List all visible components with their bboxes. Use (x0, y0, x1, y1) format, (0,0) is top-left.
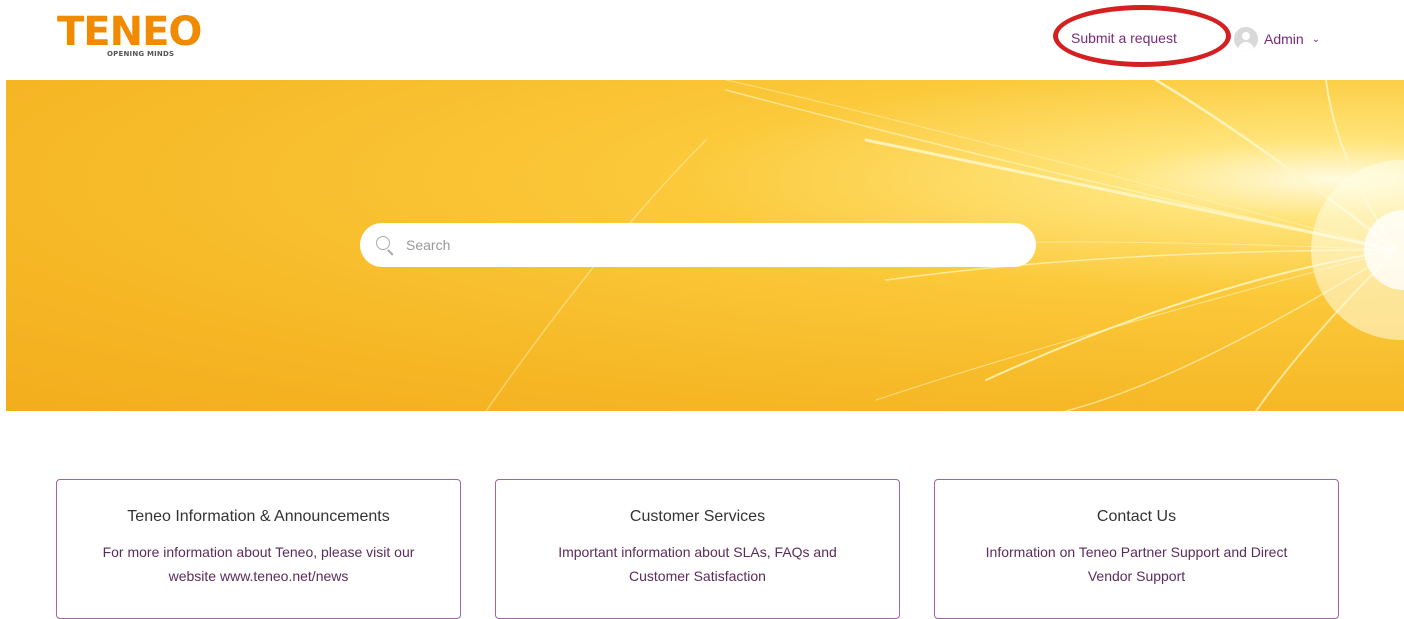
search-icon (376, 236, 394, 254)
user-name: Admin (1264, 31, 1304, 47)
card-description: Important information about SLAs, FAQs a… (558, 544, 837, 584)
hero-banner (6, 80, 1404, 411)
card-contact-us[interactable]: Contact Us Information on Teneo Partner … (934, 479, 1339, 619)
submit-request-link[interactable]: Submit a request (1071, 27, 1177, 49)
card-description: For more information about Teneo, please… (102, 544, 415, 584)
search-input[interactable] (404, 236, 1008, 254)
card-description: Information on Teneo Partner Support and… (985, 544, 1288, 584)
card-teneo-information[interactable]: Teneo Information & Announcements For mo… (56, 479, 461, 619)
teneo-logo[interactable]: TENEO OPENING MINDS (57, 10, 202, 62)
avatar-icon (1234, 27, 1258, 51)
logo-tagline: OPENING MINDS (107, 50, 175, 58)
logo-wordmark: TENEO (57, 9, 202, 55)
chevron-down-icon: ⌄ (1311, 33, 1321, 45)
card-title: Customer Services (629, 508, 766, 525)
search-bar[interactable] (360, 223, 1036, 267)
user-menu[interactable]: Admin ⌄ (1234, 26, 1320, 52)
card-title: Teneo Information & Announcements (127, 508, 390, 525)
site-header: TENEO OPENING MINDS Submit a request Adm… (0, 0, 1404, 80)
card-customer-services[interactable]: Customer Services Important information … (495, 479, 900, 619)
card-title: Contact Us (1096, 508, 1177, 525)
